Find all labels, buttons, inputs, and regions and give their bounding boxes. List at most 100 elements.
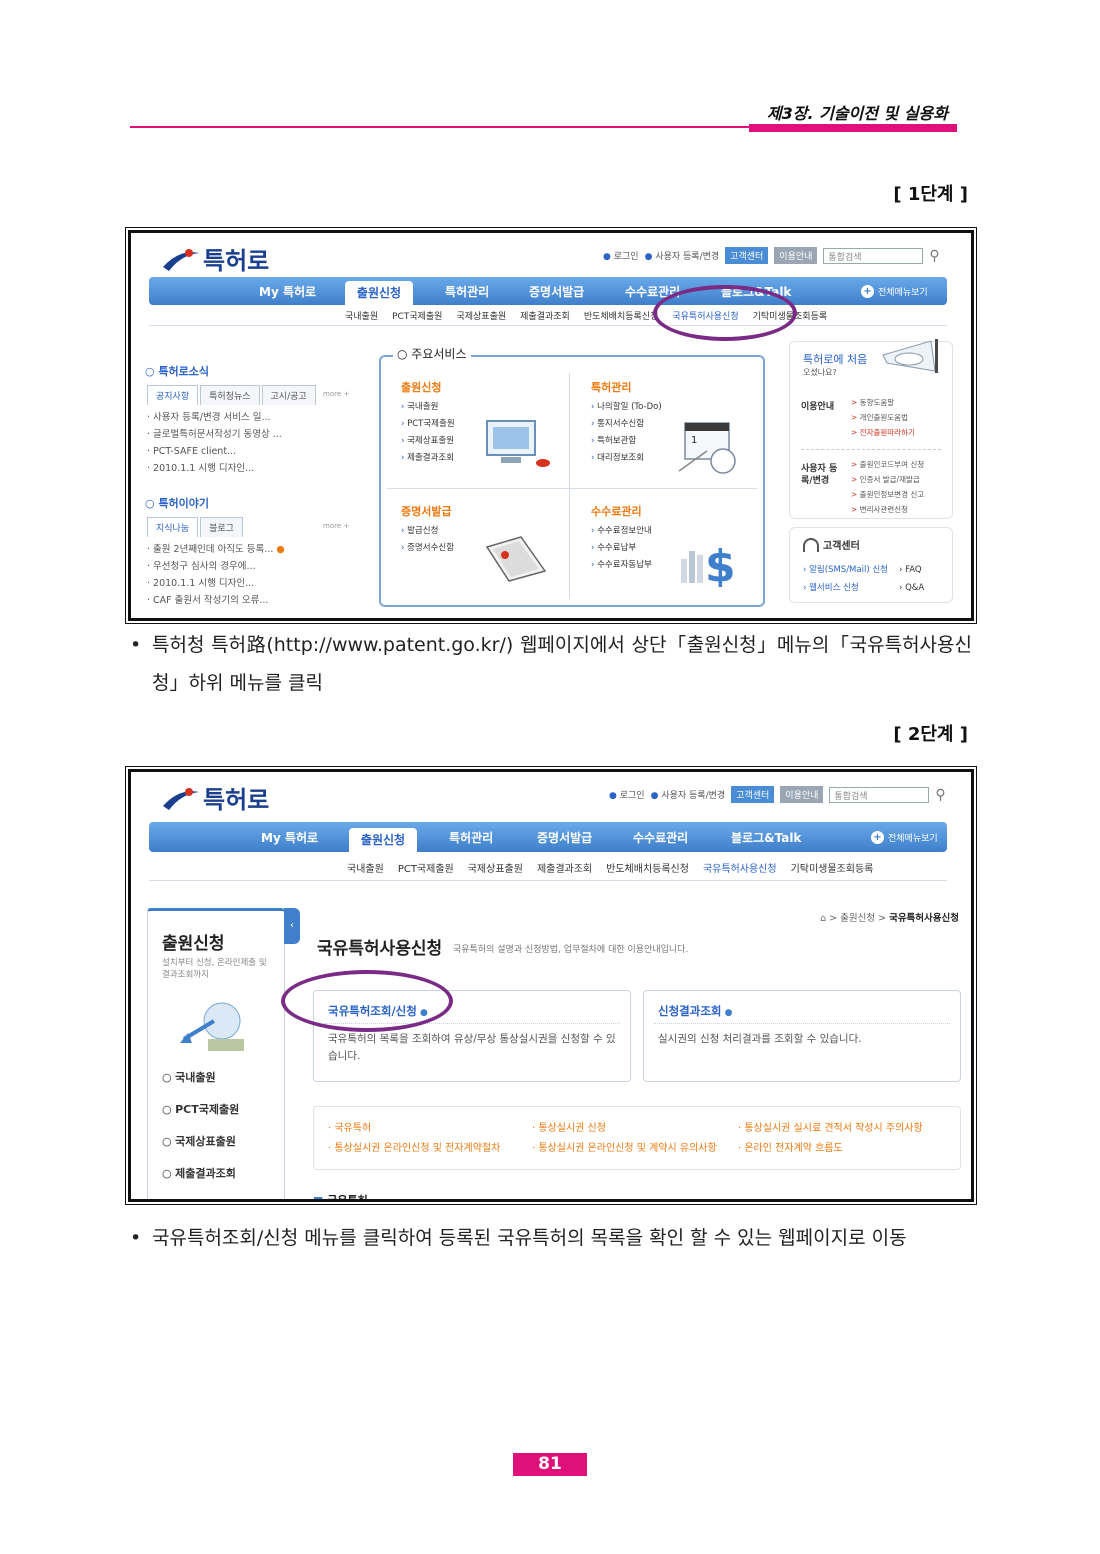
nav-my[interactable]: My 특허로 xyxy=(259,283,316,300)
web-service-link[interactable]: › 웹서비스 신청 xyxy=(803,579,888,597)
search-icon[interactable]: ⚲ xyxy=(935,787,945,803)
tab-knowledge[interactable]: 지식나눔 xyxy=(147,517,199,537)
subnav-pct[interactable]: PCT국제출원 xyxy=(392,309,442,322)
list-item[interactable]: 국내출원 xyxy=(401,399,455,416)
nav-cert[interactable]: 증명서발급 xyxy=(537,829,592,846)
story-more-link[interactable]: more + xyxy=(323,522,349,530)
customer-center-badge[interactable]: 고객센터 xyxy=(731,786,775,803)
list-item[interactable]: 대리정보조회 xyxy=(591,450,662,467)
nav-manage[interactable]: 특허관리 xyxy=(449,829,493,846)
user-register-link[interactable]: ● 사용자 등록/변경 xyxy=(645,249,720,262)
side-menu-pct[interactable]: PCT국제출원 xyxy=(162,1101,239,1117)
link-fee-estimate[interactable]: 통상실시권 실시료 견적서 작성시 주의사항 xyxy=(738,1119,922,1134)
search-input[interactable]: 통합검색 xyxy=(823,247,924,264)
card2-title[interactable]: 신청결과조회 xyxy=(658,1003,732,1019)
list-item[interactable]: 출원인정보변경 신고 xyxy=(851,487,924,502)
nav-my[interactable]: My 특허로 xyxy=(261,829,318,846)
tab-kipo-news[interactable]: 특허청뉴스 xyxy=(200,385,260,405)
svc-fee-title[interactable]: 수수료관리 xyxy=(591,503,642,519)
subnav-domestic[interactable]: 국내출원 xyxy=(347,860,384,875)
user-register-link[interactable]: ● 사용자 등록/변경 xyxy=(651,788,726,801)
link-state-patent[interactable]: 국유특허 xyxy=(328,1119,371,1134)
list-item[interactable]: 인증서 발급/재발급 xyxy=(851,472,924,487)
subnav-semiconductor[interactable]: 반도체배치등록신청 xyxy=(584,309,659,322)
list-item[interactable]: 개인출원도움법 xyxy=(851,410,915,425)
subnav-pct[interactable]: PCT국제출원 xyxy=(398,860,454,875)
list-item[interactable]: · 2010.1.1 시행 디자인... xyxy=(147,575,285,592)
subnav-trademark[interactable]: 국제상표출원 xyxy=(456,309,506,322)
subnav-microorganism[interactable]: 기탁미생물조회등록 xyxy=(791,860,874,875)
faq-link[interactable]: › FAQ xyxy=(899,561,924,579)
search-input[interactable]: 통합검색 xyxy=(829,786,930,803)
qna-link[interactable]: › Q&A xyxy=(899,579,924,597)
card-result[interactable]: 신청결과조회 실시권의 신청 처리결과를 조회할 수 있습니다. xyxy=(643,990,961,1082)
guide-badge[interactable]: 이용안내 xyxy=(774,247,818,264)
news-more-link[interactable]: more + xyxy=(323,390,349,398)
list-item[interactable]: · 2010.1.1 시행 디자인... xyxy=(147,460,282,477)
site-logo[interactable]: 특허로 xyxy=(161,241,269,276)
subnav-domestic[interactable]: 국내출원 xyxy=(345,309,378,322)
link-contract-notes[interactable]: 통상실시권 온라인신청 및 계약시 유의사항 xyxy=(532,1139,716,1154)
tab-notice[interactable]: 공지사항 xyxy=(147,385,199,405)
link-flowchart[interactable]: 온라인 전자계약 흐름도 xyxy=(738,1139,842,1154)
site-logo[interactable]: 특허로 xyxy=(161,780,269,815)
list-item[interactable]: PCT국제출원 xyxy=(401,416,455,433)
list-item[interactable]: · 우선청구 심사의 경우에... xyxy=(147,558,285,575)
list-item[interactable]: 국제상표출원 xyxy=(401,433,455,450)
side-menu-domestic[interactable]: 국내출원 xyxy=(162,1069,215,1085)
link-online-contract[interactable]: 통상실시권 온라인신청 및 전자계약절차 xyxy=(328,1139,500,1154)
subnav-result[interactable]: 제출결과조회 xyxy=(537,860,592,875)
subnav-state-patent[interactable]: 국유특허사용신청 xyxy=(703,860,777,875)
nav-fee[interactable]: 수수료관리 xyxy=(633,829,688,846)
info-links-box: 국유특허 통상실시권 신청 통상실시권 실시료 견적서 작성시 주의사항 통상실… xyxy=(313,1106,961,1170)
list-item[interactable]: 수수료자동납부 xyxy=(591,557,652,574)
guide-badge[interactable]: 이용안내 xyxy=(780,786,824,803)
list-item[interactable]: · 출원 2년째인데 아직도 등록... ● xyxy=(147,541,285,558)
side-menu-trademark[interactable]: 국제상표출원 xyxy=(162,1133,236,1149)
side-collapse-tab[interactable]: ‹ xyxy=(284,908,300,944)
list-item[interactable]: · PCT-SAFE client... xyxy=(147,443,282,460)
list-item[interactable]: 수수료정보안내 xyxy=(591,523,652,540)
svc-fee-list: 수수료정보안내 수수료납부 수수료자동납부 xyxy=(591,523,652,574)
svc-cert-title[interactable]: 증명서발급 xyxy=(401,503,452,519)
nav-apply[interactable]: 출원신청 xyxy=(345,281,413,305)
nav-blog[interactable]: 블로그&Talk xyxy=(731,829,801,846)
tab-announce[interactable]: 고시/공고 xyxy=(261,385,316,405)
tab-blog[interactable]: 블로그 xyxy=(200,517,243,537)
search-icon[interactable]: ⚲ xyxy=(929,248,939,264)
list-item[interactable]: 특허보관함 xyxy=(591,433,662,450)
list-item[interactable]: · CAF 출원서 작성기의 오류... xyxy=(147,592,285,609)
nav-all-menu[interactable]: + 전체메뉴보기 xyxy=(871,830,938,844)
link-license-apply[interactable]: 통상실시권 신청 xyxy=(532,1119,606,1134)
customer-center-badge[interactable]: 고객센터 xyxy=(725,247,769,264)
list-item[interactable]: 동향도움말 xyxy=(851,395,915,410)
list-item[interactable]: 변리사관련신청 xyxy=(851,502,924,517)
list-item[interactable]: 나의할일 (To-Do) xyxy=(591,399,662,416)
list-item[interactable]: 발급신청 xyxy=(401,523,454,540)
list-item[interactable]: 출원인코드부여 신청 xyxy=(851,457,924,472)
list-item[interactable]: · 글로벌특허문서작성기 동영상 ... xyxy=(147,426,282,443)
list-item[interactable]: 전자출원따라하기 xyxy=(851,425,915,440)
nav-cert[interactable]: 증명서발급 xyxy=(529,283,584,300)
caption-step1-text: 특허청 특허路(http://www.patent.go.kr/) 웹페이지에서… xyxy=(152,634,972,694)
news-title: ○ 특허로소식 xyxy=(145,365,210,378)
list-item[interactable]: 제출결과조회 xyxy=(401,450,455,467)
subnav-semiconductor[interactable]: 반도체배치등록신청 xyxy=(606,860,689,875)
side-menu-result[interactable]: 제출결과조회 xyxy=(162,1165,236,1181)
nav-manage[interactable]: 특허관리 xyxy=(445,283,489,300)
nav-all-menu[interactable]: + 전체메뉴보기 xyxy=(861,284,928,298)
subnav-trademark[interactable]: 국제상표출원 xyxy=(468,860,523,875)
svc-apply-title[interactable]: 출원신청 xyxy=(401,379,441,395)
svc-manage-title[interactable]: 특허관리 xyxy=(591,379,631,395)
login-link[interactable]: ● 로그인 xyxy=(609,788,645,801)
home-icon[interactable]: ⌂ xyxy=(820,913,826,924)
sms-link[interactable]: › 알림(SMS/Mail) 신청 xyxy=(803,561,888,579)
list-item[interactable]: 통지서수신함 xyxy=(591,416,662,433)
list-item[interactable]: · 사용자 등록/변경 서비스 일... xyxy=(147,409,282,426)
nav-apply[interactable]: 출원신청 xyxy=(349,828,417,852)
list-item[interactable]: 수수료납부 xyxy=(591,540,652,557)
subnav-result[interactable]: 제출결과조회 xyxy=(520,309,570,322)
page-number: 81 xyxy=(513,1453,587,1476)
list-item[interactable]: 증명서수신함 xyxy=(401,540,454,557)
login-link[interactable]: ● 로그인 xyxy=(603,249,639,262)
